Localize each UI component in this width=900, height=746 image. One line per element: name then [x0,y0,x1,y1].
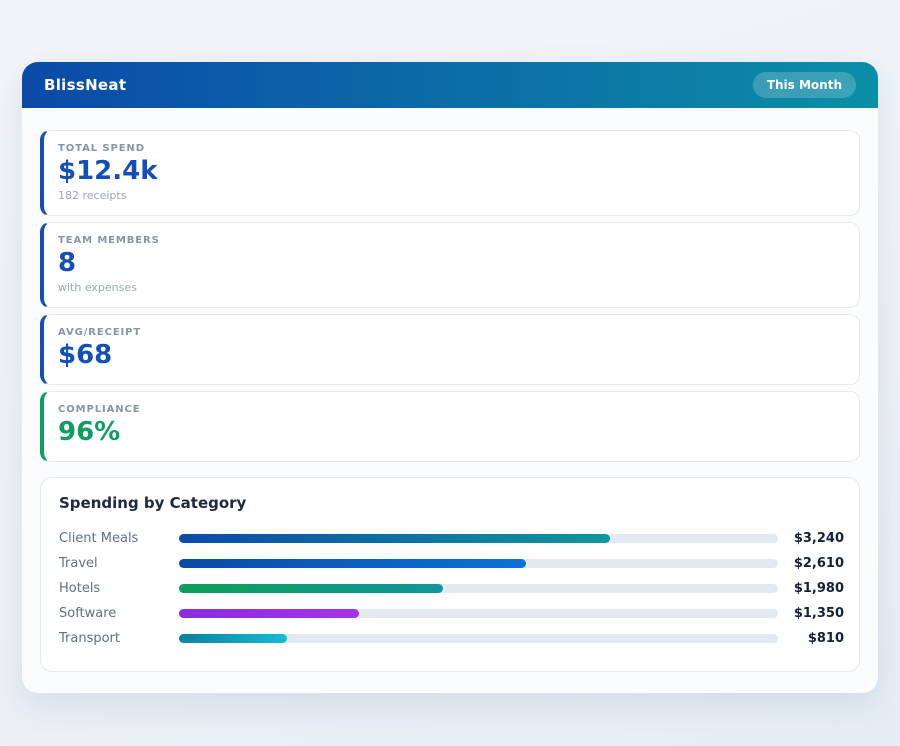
category-label: Transport [59,630,121,646]
category-value: $810 [807,630,844,646]
stat-label: COMPLIANCE [58,403,141,415]
dashboard-card: BlissNeat This Month TOTAL SPEND $12.4k … [22,62,878,693]
app-title: BlissNeat [44,76,127,94]
chart-title: Spending by Category [59,493,247,512]
spending-by-category-card: Spending by Category Client Meals $3,240 T… [40,476,860,672]
stat-label: AVG/RECEIPT [58,326,142,338]
stat-label: TOTAL SPEND [58,143,145,154]
app-body: TOTAL SPEND $12.4k 182 receipts TEAM MEM… [22,108,878,693]
category-row: Client Meals $3,240 [59,526,844,551]
app-header: BlissNeat This Month [22,62,878,108]
stat-value: $68 [58,339,113,370]
stat-card-total-spend: TOTAL SPEND $12.4k 182 receipts [40,130,860,216]
category-value: $3,240 [793,530,844,546]
category-bar-track [179,583,778,593]
category-bar [179,583,443,593]
category-bar-track [179,608,778,618]
stat-value: $12.4k [58,156,158,186]
category-bar [179,558,527,568]
category-label: Software [59,605,117,621]
category-row: Transport $810 [59,626,844,651]
category-value: $2,610 [793,555,844,571]
category-bar [179,533,611,543]
stat-card-compliance: COMPLIANCE 96% [40,390,860,462]
category-value: $1,980 [793,580,844,596]
category-value: $1,350 [793,605,844,621]
category-bars: Client Meals $3,240 Travel $2,610 Hotels $1,9… [59,526,844,651]
category-row: Travel $2,610 [59,551,844,576]
category-bar-track [179,633,778,643]
category-label: Travel [59,555,98,571]
stat-label: TEAM MEMBERS [58,234,160,246]
category-row: Software $1,350 [59,601,844,626]
stat-subtitle: with expenses [58,280,137,294]
period-badge[interactable]: This Month [752,72,856,98]
stat-value: 96% [58,416,121,447]
stat-card-team-members: TEAM MEMBERS 8 with expenses [40,221,860,308]
category-bar [179,608,359,618]
category-bar-track [179,533,778,543]
stat-card-avg-receipt: AVG/RECEIPT $68 [40,313,860,385]
category-bar-track [179,558,778,568]
category-row: Hotels $1,980 [59,576,844,601]
stat-subtitle: 182 receipts [58,188,127,202]
category-bar [179,633,287,643]
category-label: Client Meals [59,530,139,546]
category-label: Hotels [59,580,101,596]
stat-value: 8 [58,247,77,278]
